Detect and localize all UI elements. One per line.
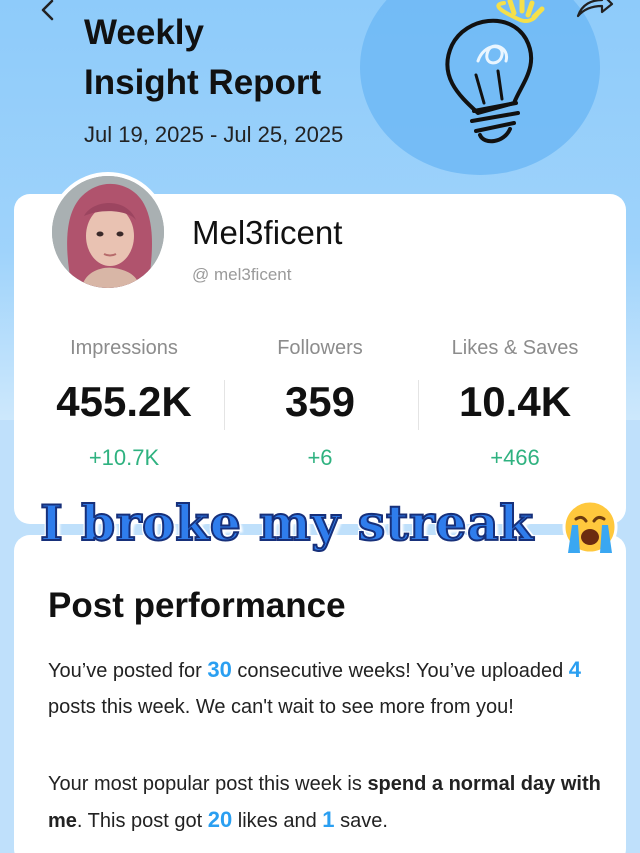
summary-text: save. (334, 810, 388, 832)
performance-summary: You’ve posted for 30 consecutive weeks! … (48, 652, 608, 725)
stat-label-impressions: Impressions (70, 337, 178, 359)
stat-delta-followers: +6 (307, 445, 333, 470)
share-icon (576, 0, 614, 18)
chevron-left-icon (41, 0, 54, 21)
crying-face-icon (562, 499, 618, 555)
saves-count: 1 (322, 807, 335, 832)
summary-text: . This post got (76, 810, 208, 832)
avatar-photo (52, 176, 164, 288)
share-button[interactable] (572, 0, 616, 20)
summary-text: consecutive weeks! You’ve uploaded (231, 660, 569, 682)
stat-value-likes-saves: 10.4K (458, 378, 572, 425)
stat-value-impressions: 455.2K (56, 378, 192, 425)
stat-delta-likes-saves: +466 (490, 445, 540, 470)
consecutive-weeks-count: 30 (207, 657, 232, 682)
summary-text: likes and (232, 810, 323, 832)
popular-post-summary: Your most popular post this week is spen… (48, 766, 608, 839)
summary-text: posts this week. We can't wait to see mo… (48, 696, 514, 718)
likes-count: 20 (207, 807, 233, 832)
posts-this-week-count: 4 (568, 657, 582, 682)
back-button[interactable] (30, 0, 66, 28)
profile-name: Mel3ficent (192, 214, 343, 251)
stat-delta-impressions: +10.7K (88, 445, 160, 470)
lightbulb-icon (445, 0, 545, 144)
stat-label-followers: Followers (277, 337, 363, 359)
performance-title: Post performance (48, 586, 346, 625)
stat-label-likes-saves: Likes & Saves (451, 337, 579, 359)
sticker-caption: I broke my streak (39, 493, 534, 553)
summary-text: Your most popular post this week is (48, 773, 368, 795)
avatar[interactable] (48, 172, 168, 292)
stat-value-followers: 359 (284, 378, 356, 425)
summary-text: You’ve posted for (48, 660, 208, 682)
profile-handle: @ mel3ficent (192, 265, 292, 284)
report-title: Weekly Insight Report (84, 13, 322, 102)
report-date-range: Jul 19, 2025 - Jul 25, 2025 (84, 122, 344, 147)
